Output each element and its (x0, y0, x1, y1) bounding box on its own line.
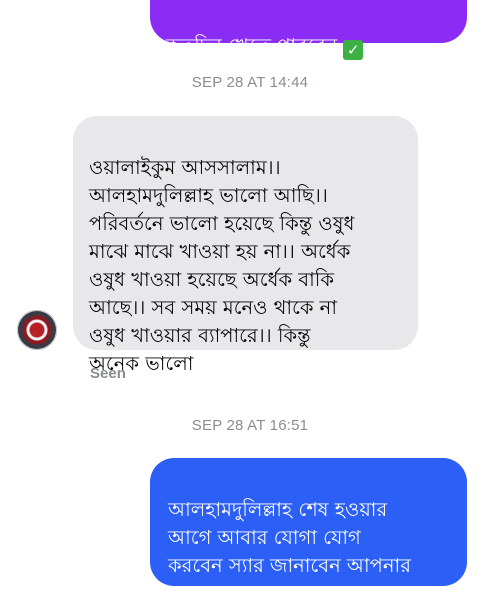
timestamp: SEP 28 AT 14:44 (191, 74, 309, 91)
seen-status: Seen (90, 365, 126, 382)
outgoing-message-bubble[interactable]: কতদিন খেতে পারবেন ✓ (150, 0, 467, 60)
outgoing-message-bubble[interactable]: আলহামদুলিল্লাহ শেষ হওয়ার আগে আবার যোগা … (150, 458, 467, 605)
outgoing-message-text: কতদিন খেতে পারবেন (166, 34, 338, 57)
incoming-message-text: ওয়ালাইকুম আসসালাম।। আলহামদুলিল্লাহ ভালো… (89, 156, 355, 375)
outgoing-message-text: আলহামদুলিল্লাহ শেষ হওয়ার আগে আবার যোগা … (168, 498, 411, 605)
timestamp: SEP 28 AT 16:51 (191, 417, 309, 434)
incoming-message-bubble[interactable]: ওয়ালাইকুম আসসালাম।। আলহামদুলিল্লাহ ভালো… (73, 116, 418, 375)
check-icon: ✓ (343, 40, 364, 60)
avatar-icon[interactable] (17, 310, 57, 350)
